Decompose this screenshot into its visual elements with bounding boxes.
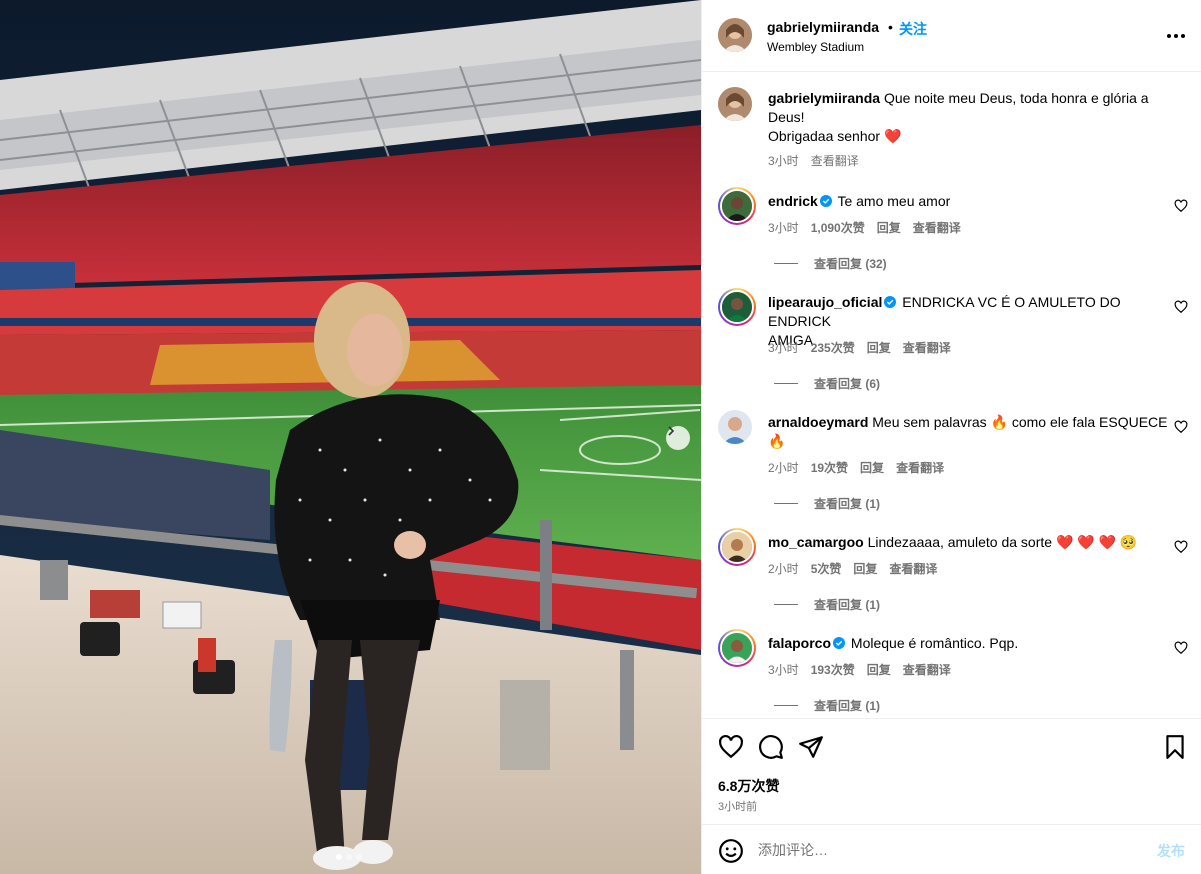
comment-body: Lindezaaaa, amuleto da sorte ❤️ ❤️ ❤️ 🥺 [867,534,1138,550]
comment-meta: 3小时 193次赞 回复 查看翻译 [768,661,951,678]
comment-time: 2小时 [768,461,799,475]
view-replies-button[interactable]: 查看回复 (1) [774,596,880,613]
carousel-dot [336,854,342,860]
comment-username[interactable]: mo_camargoo [768,534,864,550]
comment-meta: 2小时 5次赞 回复 查看翻译 [768,560,937,577]
view-replies-button[interactable]: 查看回复 (1) [774,495,880,512]
comment-text: falaporco Moleque é romântico. Pqp. [768,634,1168,653]
comment-body: Meu sem palavras 🔥 como ele fala ESQUECE [872,414,1168,430]
caption-line-2: Deus! [768,109,805,125]
share-icon[interactable] [798,734,824,760]
verified-badge-icon [819,195,832,207]
commenter-avatar[interactable] [718,187,756,225]
reply-button[interactable]: 回复 [853,560,877,577]
caption-meta: 3小时 查看翻译 [768,152,859,169]
view-replies-button[interactable]: 查看回复 (32) [774,255,887,272]
comment-username[interactable]: arnaldoeymard [768,414,868,430]
translate-button[interactable]: 查看翻译 [913,219,961,236]
author-avatar[interactable] [718,18,752,52]
post-comment-button[interactable]: 发布 [1157,841,1185,861]
comment-time: 3小时 [768,663,799,677]
caption-line-1: Que noite meu Deus, toda honra e glória … [883,90,1149,106]
view-replies-label: 查看回复 (6) [814,377,881,391]
caption-username[interactable]: gabrielymiiranda [768,90,880,106]
comment-text: arnaldoeymard Meu sem palavras 🔥 como el… [768,413,1168,451]
comment-text: endrick Te amo meu amor [768,192,1168,211]
post-header: gabrielymiiranda • 关注 Wembley Stadium [702,0,1201,72]
comment-body-line-2: 🔥 [768,433,786,449]
comment-text: mo_camargoo Lindezaaaa, amuleto da sorte… [768,533,1168,552]
comment-likes[interactable]: 5次赞 [811,560,842,577]
post-photo [0,0,701,874]
commenter-avatar[interactable] [718,629,756,667]
comments-list[interactable]: gabrielymiiranda Que noite meu Deus, tod… [702,73,1201,718]
separator-dot: • [888,19,893,35]
carousel-indicator [336,854,362,860]
carousel-next-button[interactable] [666,426,690,450]
carousel-dot [356,854,362,860]
post-actions: 6.8万次赞 3小时前 [702,718,1201,824]
reply-button[interactable]: 回复 [867,661,891,678]
comment-meta: 2小时 19次赞 回复 查看翻译 [768,459,944,476]
like-count[interactable]: 6.8万次赞 [718,776,779,796]
translate-button[interactable]: 查看翻译 [889,560,937,577]
comment-like-heart-icon[interactable] [1174,300,1188,314]
emoji-icon[interactable] [718,838,744,864]
author-username[interactable]: gabrielymiiranda [767,19,879,35]
bookmark-icon[interactable] [1162,734,1188,760]
verified-badge-icon [884,296,897,308]
post-timestamp: 3小时前 [718,801,758,813]
comment-composer: 发布 [702,824,1201,874]
comment-body: Moleque é romântico. Pqp. [850,635,1019,651]
reply-button[interactable]: 回复 [860,459,884,476]
translate-button[interactable]: 查看翻译 [903,339,951,356]
comment-like-heart-icon[interactable] [1174,199,1188,213]
view-replies-button[interactable]: 查看回复 (6) [774,375,880,392]
comment-like-heart-icon[interactable] [1174,641,1188,655]
comment-username[interactable]: falaporco [768,635,831,651]
post-side-panel: gabrielymiiranda • 关注 Wembley Stadium ga… [701,0,1201,874]
view-replies-label: 查看回复 (1) [814,497,881,511]
comment-meta: 3小时 1,090次赞 回复 查看翻译 [768,219,961,236]
comment-icon[interactable] [758,734,784,760]
author-avatar[interactable] [718,87,752,121]
more-options-icon[interactable] [1164,24,1188,48]
chevron-right-icon [668,426,675,436]
comment-username[interactable]: endrick [768,193,818,209]
comment-time: 3小时 [768,221,799,235]
carousel-dot [346,854,352,860]
view-replies-label: 查看回复 (32) [814,257,887,271]
translate-button[interactable]: 查看翻译 [896,459,944,476]
commenter-avatar[interactable] [718,288,756,326]
verified-badge-icon [833,637,846,649]
comment-meta: 3小时 235次赞 回复 查看翻译 [768,339,951,356]
stadium-photo-illustration [0,0,701,874]
comment-like-heart-icon[interactable] [1174,540,1188,554]
comment-like-heart-icon[interactable] [1174,420,1188,434]
comment-likes[interactable]: 1,090次赞 [811,219,865,236]
caption-text: gabrielymiiranda Que noite meu Deus, tod… [768,89,1168,146]
view-replies-button[interactable]: 查看回复 (1) [774,697,880,714]
commenter-avatar[interactable] [718,528,756,566]
caption-line-3: Obrigadaa senhor ❤️ [768,128,902,144]
view-replies-label: 查看回复 (1) [814,699,881,713]
reply-button[interactable]: 回复 [877,219,901,236]
follow-button[interactable]: 关注 [899,19,927,39]
caption-time: 3小时 [768,154,799,168]
comment-likes[interactable]: 19次赞 [811,459,848,476]
comment-likes[interactable]: 193次赞 [811,661,855,678]
comment-time: 3小时 [768,341,799,355]
reply-button[interactable]: 回复 [867,339,891,356]
commenter-avatar[interactable] [718,410,752,444]
comment-time: 2小时 [768,562,799,576]
heart-icon[interactable] [718,734,744,760]
caption-translate[interactable]: 查看翻译 [811,152,859,169]
location-link[interactable]: Wembley Stadium [767,40,864,54]
comment-body: Te amo meu amor [837,193,951,209]
comment-username[interactable]: lipearaujo_oficial [768,294,882,310]
comment-likes[interactable]: 235次赞 [811,339,855,356]
view-replies-label: 查看回复 (1) [814,598,881,612]
translate-button[interactable]: 查看翻译 [903,661,951,678]
comment-input[interactable] [758,839,1138,861]
